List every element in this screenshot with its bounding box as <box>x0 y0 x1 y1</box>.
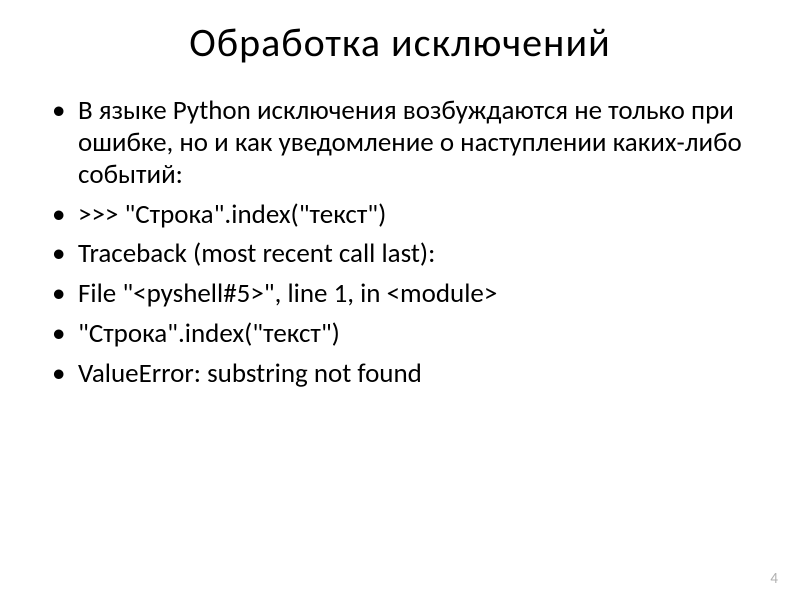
list-item: Traceback (most recent call last): <box>50 238 750 270</box>
list-item: >>> "Строка".index("текст") <box>50 199 750 231</box>
page-number: 4 <box>770 570 778 588</box>
list-item: File "<pyshell#5>", line 1, in <module> <box>50 278 750 310</box>
slide: Обработка исключений В языке Python искл… <box>0 0 800 600</box>
slide-title: Обработка исключений <box>50 18 750 67</box>
bullet-list: В языке Python исключения возбуждаются н… <box>50 95 750 390</box>
list-item: "Строка".index("текст") <box>50 318 750 350</box>
list-item: ValueError: substring not found <box>50 358 750 390</box>
list-item: В языке Python исключения возбуждаются н… <box>50 95 750 191</box>
